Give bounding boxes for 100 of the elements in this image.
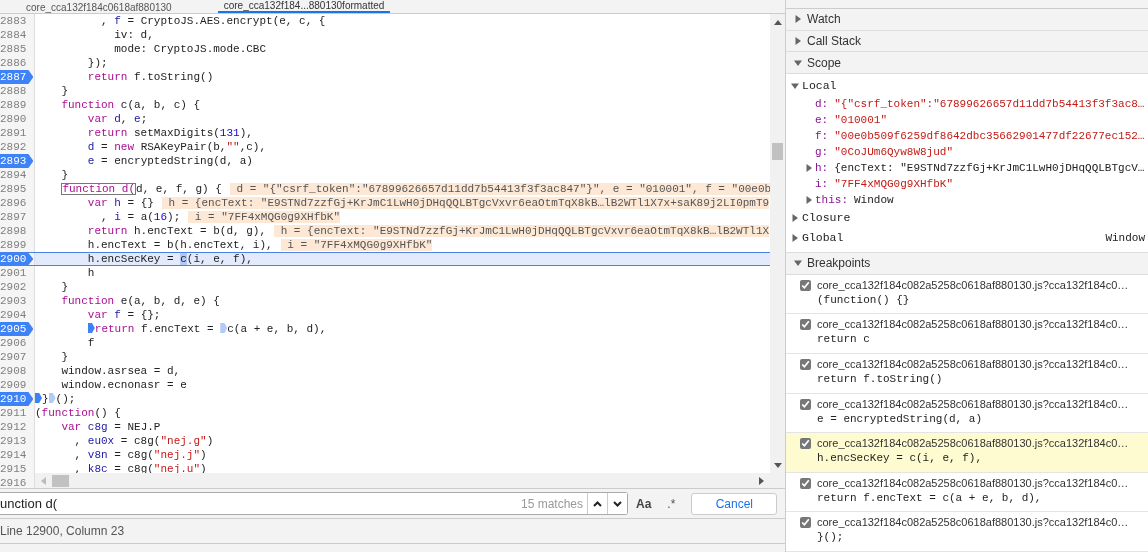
breakpoint-checkbox[interactable] [800, 438, 811, 450]
triangle-right-icon [805, 196, 813, 205]
line-number: 2894 [0, 168, 28, 182]
variable-name: f: [815, 128, 829, 144]
regex-button[interactable]: .* [659, 494, 684, 513]
horizontal-scrollbar[interactable] [35, 473, 770, 488]
line-number: 2913 [0, 434, 28, 448]
scrollbar-thumb[interactable] [52, 474, 69, 487]
inline-value: h = {encText: "E9STNd7zzfGj+KrJmC1LwH0jDHqQQLBTgcVxvr6eaOtmTqX8kB…lB2WTl1X [274, 225, 770, 237]
breakpoint-item[interactable]: core_cca132f184c082a5258c0618af880130.js?cca132f184c0… return c [786, 314, 1148, 355]
breakpoint-location: core_cca132f184c082a5258c0618af880130.js?cca132f184c0… [817, 436, 1129, 451]
code-text: d = new RSAKeyPair(b,"",c), [86, 141, 267, 153]
line-number: 2906 [0, 336, 28, 350]
code-text: var d, e; [86, 113, 148, 125]
chevron-down-icon [613, 500, 622, 507]
scroll-up-icon[interactable] [773, 20, 782, 25]
breakpoint-item[interactable]: core_cca132f184c082a5258c0618af880130.js?cca132f184c0… return f.encText = c(a + e, b, d), [786, 472, 1148, 513]
scope-node[interactable]: Closure [791, 209, 851, 227]
code-text: return h.encText = b(d, g), [86, 225, 267, 237]
line-number: 2911 [0, 406, 28, 420]
code-text: }); [86, 57, 108, 69]
code-text: e = encryptedString(d, a) [86, 155, 253, 167]
breakpoint-line-number[interactable]: 2910 [0, 392, 34, 406]
breakpoint-code: }(); [817, 530, 845, 546]
line-number: 2889 [0, 98, 28, 112]
line-number: 2908 [0, 364, 28, 378]
section-header[interactable]: Watch [786, 8, 1148, 31]
breakpoint-location: core_cca132f184c082a5258c0618af880130.js?cca132f184c0… [817, 277, 1129, 292]
breakpoint-item[interactable]: core_cca132f184c082a5258c0618af880130.js?cca132f184c0… }(); [786, 512, 1148, 552]
variable-value: {encText: "E9STNd7zzfGj+KrJmC1LwH0jDHqQQLBTgcV… [834, 160, 1145, 176]
search-input[interactable]: unction d( [0, 493, 521, 514]
variable-value: "0CoJUm6Qyw8W8jud" [834, 144, 954, 160]
variable-value: Window [854, 192, 894, 208]
scroll-down-icon[interactable] [773, 463, 782, 468]
code-text: } [60, 169, 68, 181]
line-number: 2914 [0, 448, 28, 462]
code-text: , v8n = c8g("nej.j") [73, 449, 207, 461]
code-text: } [60, 85, 68, 97]
line-number: 2902 [0, 280, 28, 294]
vertical-scrollbar[interactable] [770, 14, 785, 488]
breakpoint-code: h.encSecKey = c(i, e, f), [817, 451, 984, 467]
breakpoint-location: core_cca132f184c082a5258c0618af880130.js?cca132f184c0… [817, 515, 1129, 530]
scope-node[interactable]: Global [791, 229, 844, 247]
breakpoint-checkbox[interactable] [800, 279, 811, 291]
breakpoint-line-number[interactable]: 2887 [0, 70, 34, 84]
code-text: mode: CryptoJS.mode.CBC [113, 43, 267, 55]
variable-value: "7FF4xMQG0g9XHfbK" [834, 176, 954, 192]
breakpoint-location: core_cca132f184c082a5258c0618af880130.js?cca132f184c0… [817, 475, 1129, 490]
scrollbar-thumb[interactable] [772, 143, 783, 160]
line-number: 2888 [0, 84, 28, 98]
code-text: } [60, 281, 68, 293]
scroll-right-icon[interactable] [759, 476, 764, 485]
code-text: h.encText = b(h.encText, i), [86, 239, 273, 251]
code-text: } [42, 393, 49, 405]
search-field[interactable]: unction d( 15 matches [0, 492, 628, 515]
variable-value: "{"csrf_token":"67899626657d11dd7b54413f3f3ac8… [834, 96, 1145, 112]
code-text: return f.toString() [86, 71, 214, 83]
breakpoint-checkbox[interactable] [800, 477, 811, 489]
breakpoint-line-number[interactable]: 2905 [0, 322, 34, 336]
code-text: (); [55, 393, 76, 405]
line-number: 2883 [0, 14, 28, 28]
breakpoint-item[interactable]: core_cca132f184c082a5258c0618af880130.js?cca132f184c0… (function() {} [786, 274, 1148, 315]
code-text: var h = {} [86, 197, 154, 209]
file-tab[interactable]: core_cca132f184c0618af880130 [20, 2, 178, 13]
breakpoint-checkbox[interactable] [800, 359, 811, 371]
section-header[interactable]: Call Stack [786, 30, 1148, 53]
code-text: var f = {}; [86, 309, 161, 321]
breakpoint-location: core_cca132f184c082a5258c0618af880130.js?cca132f184c0… [817, 317, 1129, 332]
scope-node[interactable]: Local [791, 77, 837, 95]
code-text: c(a + e, b, d), [227, 323, 327, 335]
breakpoint-checkbox[interactable] [800, 319, 811, 331]
inline-breakpoint-icon[interactable] [87, 323, 95, 333]
variable-name: e: [815, 112, 829, 128]
line-number: 2899 [0, 238, 28, 252]
section-header[interactable]: Breakpoints [786, 253, 1148, 275]
next-match-button[interactable] [607, 493, 627, 514]
code-text: , i = a(16); [100, 211, 181, 223]
breakpoint-item[interactable]: core_cca132f184c082a5258c0618af880130.js?cca132f184c0… h.encSecKey = c(i, e, f), [786, 433, 1148, 473]
inline-breakpoint-icon[interactable] [35, 393, 42, 403]
breakpoint-line-number[interactable]: 2900 [0, 253, 34, 265]
breakpoint-checkbox[interactable] [800, 517, 811, 529]
line-number: 2898 [0, 224, 28, 238]
breakpoint-item[interactable]: core_cca132f184c082a5258c0618af880130.js?cca132f184c0… return f.toString() [786, 354, 1148, 394]
line-number: 2904 [0, 308, 28, 322]
line-number: 2886 [0, 56, 28, 70]
line-number: 2884 [0, 28, 28, 42]
section-header[interactable]: Scope [786, 52, 1148, 75]
breakpoint-location: core_cca132f184c082a5258c0618af880130.js?cca132f184c0… [817, 357, 1129, 372]
variable-name: d: [815, 96, 829, 112]
code-text: iv: d, [113, 29, 154, 41]
breakpoint-code: return c [817, 332, 871, 348]
line-number: 2912 [0, 420, 28, 434]
match-case-button[interactable]: Aa [628, 494, 660, 513]
variable-value: "010001" [834, 112, 887, 128]
breakpoint-line-number[interactable]: 2893 [0, 154, 34, 168]
line-number: 2896 [0, 196, 28, 210]
cancel-button[interactable]: Cancel [691, 492, 778, 515]
code-text: , eu0x = c8g("nej.g") [73, 435, 214, 447]
code-text: return setMaxDigits(131), [86, 127, 253, 139]
breakpoint-checkbox[interactable] [800, 398, 811, 410]
